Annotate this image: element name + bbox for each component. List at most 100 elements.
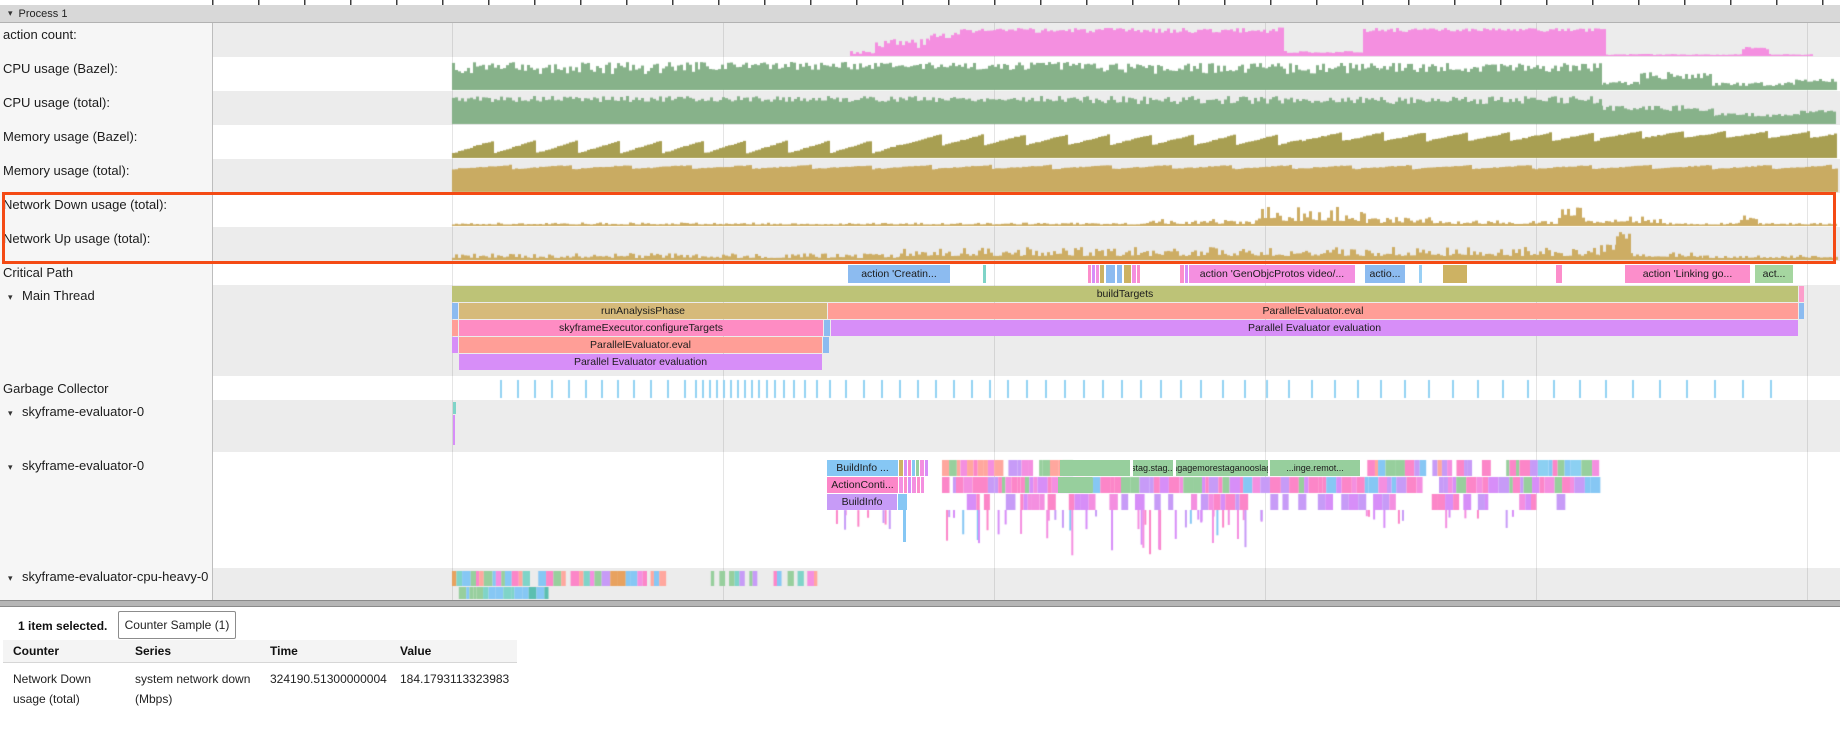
timeline-slice[interactable]: BuildInfo ... bbox=[827, 460, 898, 476]
panel-divider[interactable] bbox=[0, 600, 1840, 607]
timeline-slice[interactable] bbox=[912, 460, 915, 476]
timeline-slice[interactable] bbox=[1132, 265, 1136, 283]
timeline-slice[interactable] bbox=[1096, 265, 1099, 283]
timeline-slice[interactable] bbox=[1060, 460, 1130, 476]
timeline-slice[interactable] bbox=[1185, 265, 1188, 283]
table-header-cell[interactable]: Series bbox=[135, 640, 270, 663]
timeline-slice[interactable]: act... bbox=[1755, 265, 1793, 283]
collapse-arrow-icon[interactable]: ▾ bbox=[8, 457, 22, 476]
track-label[interactable]: Memory usage (Bazel): bbox=[0, 127, 210, 147]
details-panel: 1 item selected. Counter Sample (1) Coun… bbox=[0, 607, 1840, 742]
table-header-row: CounterSeriesTimeValue bbox=[3, 640, 517, 663]
collapse-arrow-icon[interactable]: ▾ bbox=[8, 8, 13, 19]
timeline-slice[interactable] bbox=[925, 460, 928, 476]
timeline-slice[interactable]: runAnalysisPhase bbox=[459, 303, 827, 319]
timeline-slice[interactable]: action 'Creatin... bbox=[848, 265, 950, 283]
table-header-cell[interactable]: Time bbox=[270, 640, 400, 663]
table-header-cell[interactable]: Counter bbox=[13, 640, 135, 663]
timeline-slice[interactable] bbox=[916, 460, 919, 476]
timeline-slice[interactable] bbox=[452, 337, 458, 353]
timeline-slice[interactable] bbox=[1799, 286, 1804, 302]
track-label[interactable]: ▾Main Thread bbox=[0, 286, 210, 306]
timeline-slice[interactable]: actio... bbox=[1365, 265, 1405, 283]
highlight-box bbox=[2, 192, 1836, 264]
timeline-slice[interactable] bbox=[908, 477, 911, 493]
timeline-slice[interactable] bbox=[903, 510, 906, 542]
timeline-slice[interactable] bbox=[1419, 265, 1422, 283]
table-cell: system network down (Mbps) bbox=[135, 669, 270, 709]
timeline-slice[interactable] bbox=[908, 460, 911, 476]
timeline-slice[interactable] bbox=[921, 477, 924, 493]
timeline-slice[interactable] bbox=[920, 460, 924, 476]
collapse-arrow-icon[interactable]: ▾ bbox=[8, 403, 22, 422]
table-cell: 184.1793113323983 bbox=[400, 669, 517, 709]
timeline-slice[interactable] bbox=[1106, 265, 1115, 283]
timeline-slice[interactable]: ParallelEvaluator.eval bbox=[459, 337, 822, 353]
timeline-slice[interactable] bbox=[904, 477, 907, 493]
timeline-slice[interactable] bbox=[904, 460, 907, 476]
timeline-slice[interactable] bbox=[1124, 265, 1131, 283]
track-label[interactable]: ▾skyframe-evaluator-0 bbox=[0, 456, 210, 476]
track-label[interactable]: Memory usage (total): bbox=[0, 161, 210, 181]
timeline-slice[interactable] bbox=[898, 494, 907, 510]
timeline-slice[interactable]: buildTargets bbox=[452, 286, 1798, 302]
timeline-slice[interactable] bbox=[452, 320, 458, 336]
table-header-cell[interactable]: Value bbox=[400, 640, 517, 663]
track-label[interactable]: Critical Path bbox=[0, 263, 210, 283]
timeline-slice[interactable]: stagagemorestaganooslag... bbox=[1176, 460, 1268, 476]
table-row[interactable]: Network Down usage (total)system network… bbox=[3, 663, 517, 709]
timeline-slice[interactable]: Parallel Evaluator evaluation bbox=[831, 320, 1798, 336]
timeline-slice[interactable] bbox=[1180, 265, 1184, 283]
timeline-slice[interactable] bbox=[452, 303, 458, 319]
timeline-slice[interactable]: ...inge.remot... bbox=[1270, 460, 1360, 476]
timeline-slice[interactable] bbox=[1092, 265, 1095, 283]
track-label[interactable]: ▾skyframe-evaluator-0 bbox=[0, 402, 210, 422]
track-label-text: skyframe-evaluator-0 bbox=[22, 404, 144, 419]
timeline-slice[interactable]: action 'GenObjcProtos video/... bbox=[1189, 265, 1355, 283]
track-label-text: skyframe-evaluator-0 bbox=[22, 458, 144, 473]
timeline-slice[interactable] bbox=[1088, 265, 1091, 283]
timeline-slice[interactable] bbox=[912, 477, 916, 493]
timeline-slice[interactable] bbox=[453, 415, 455, 445]
timeline-slice[interactable] bbox=[1443, 265, 1467, 283]
tab-counter-sample[interactable]: Counter Sample (1) bbox=[118, 611, 236, 639]
timeline-slice[interactable]: ActionConti... bbox=[827, 477, 898, 493]
timeline-slice[interactable]: ParallelEvaluator.eval bbox=[828, 303, 1798, 319]
selection-status: 1 item selected. bbox=[18, 615, 107, 637]
track-label-text: action count: bbox=[3, 27, 77, 42]
timeline-slice[interactable] bbox=[1100, 265, 1104, 283]
timeline-slice[interactable] bbox=[899, 460, 903, 476]
track-label[interactable]: Garbage Collector bbox=[0, 379, 210, 399]
track-label[interactable]: CPU usage (Bazel): bbox=[0, 59, 210, 79]
timeline-slice[interactable] bbox=[453, 402, 456, 414]
timeline[interactable]: action 'Creatin... action 'GenObjcProtos … bbox=[0, 0, 1840, 600]
timeline-slice[interactable] bbox=[824, 320, 830, 336]
timeline-slice[interactable] bbox=[1117, 265, 1122, 283]
timeline-slice[interactable]: skyframeExecutor.configureTargets bbox=[459, 320, 823, 336]
timeline-slice[interactable] bbox=[1137, 265, 1140, 283]
timeline-slice[interactable]: stag.stag... bbox=[1133, 460, 1173, 476]
collapse-arrow-icon[interactable]: ▾ bbox=[8, 287, 22, 306]
track-label-text: Critical Path bbox=[3, 265, 73, 280]
track-label[interactable]: ▾skyframe-evaluator-cpu-heavy-0 bbox=[0, 567, 210, 587]
track-label[interactable]: CPU usage (total): bbox=[0, 93, 210, 113]
process-header[interactable]: ▾ Process 1 bbox=[0, 5, 1840, 23]
timeline-slice[interactable] bbox=[983, 265, 986, 283]
track-label-text: Memory usage (Bazel): bbox=[3, 129, 137, 144]
timeline-slice[interactable] bbox=[1058, 477, 1092, 493]
timeline-slice[interactable] bbox=[1799, 303, 1804, 319]
timeline-slice[interactable]: BuildInfo bbox=[827, 494, 897, 510]
track-label-text: CPU usage (Bazel): bbox=[3, 61, 118, 76]
collapse-arrow-icon[interactable]: ▾ bbox=[8, 568, 22, 587]
track-label-text: Main Thread bbox=[22, 288, 95, 303]
timeline-slice[interactable]: action 'Linking go... bbox=[1625, 265, 1750, 283]
timeline-slice[interactable] bbox=[823, 337, 829, 353]
track-label[interactable]: action count: bbox=[0, 25, 210, 45]
timeline-slice[interactable] bbox=[917, 477, 920, 493]
timeline-slice[interactable] bbox=[899, 477, 903, 493]
table-cell: Network Down usage (total) bbox=[13, 669, 135, 709]
timeline-slice[interactable]: Parallel Evaluator evaluation bbox=[459, 354, 822, 370]
track-label-panel: action count: CPU usage (Bazel): CPU usage… bbox=[0, 22, 213, 600]
timeline-slice[interactable] bbox=[1556, 265, 1562, 283]
track-label-text: Garbage Collector bbox=[3, 381, 109, 396]
